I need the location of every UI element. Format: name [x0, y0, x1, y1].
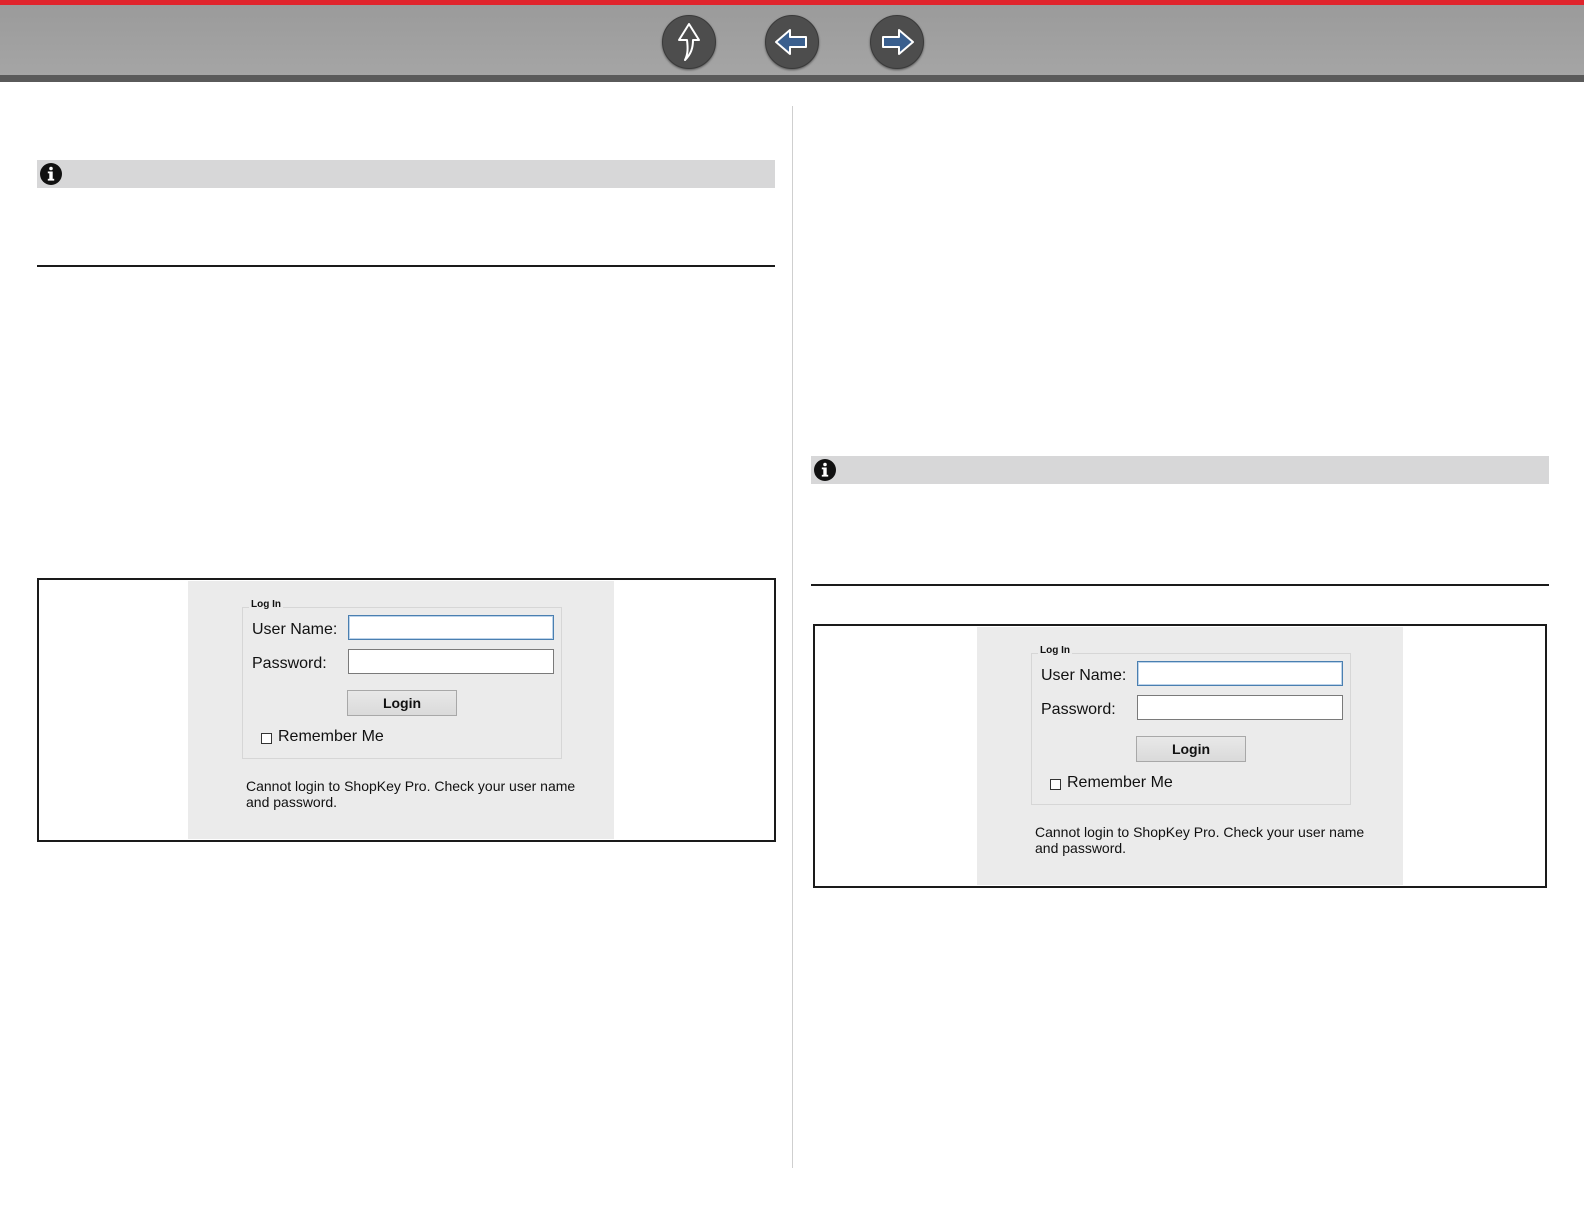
forward-button[interactable] — [870, 15, 924, 69]
back-button[interactable] — [765, 15, 819, 69]
note-bar — [37, 160, 775, 188]
forward-arrow-icon — [882, 29, 914, 55]
username-label: User Name: — [1041, 667, 1127, 684]
remember-me-checkbox[interactable] — [261, 733, 272, 744]
username-input[interactable] — [348, 615, 554, 640]
login-button[interactable]: Login — [347, 690, 457, 716]
username-label: User Name: — [252, 621, 338, 638]
login-button[interactable]: Login — [1136, 736, 1246, 762]
back-arrow-icon — [775, 29, 807, 55]
password-input[interactable] — [1137, 695, 1343, 720]
info-icon — [40, 163, 62, 185]
top-toolbar — [0, 0, 1584, 82]
login-legend: Log In — [249, 599, 283, 610]
toolbar-bottom-border — [0, 75, 1584, 82]
section-rule — [37, 265, 775, 267]
column-divider — [792, 106, 793, 1168]
up-arrow-icon — [678, 23, 700, 61]
login-dialog: Log In User Name: Password: Login Rememb… — [188, 581, 614, 839]
login-figure: Log In User Name: Password: Login Rememb… — [813, 624, 1547, 888]
error-message: Cannot login to ShopKey Pro. Check your … — [246, 778, 576, 810]
remember-me-label: Remember Me — [278, 728, 384, 745]
login-figure: Log In User Name: Password: Login Rememb… — [37, 578, 776, 842]
login-dialog: Log In User Name: Password: Login Rememb… — [977, 627, 1403, 885]
password-label: Password: — [252, 655, 327, 672]
remember-me-checkbox[interactable] — [1050, 779, 1061, 790]
remember-me-label: Remember Me — [1067, 774, 1173, 791]
error-message: Cannot login to ShopKey Pro. Check your … — [1035, 824, 1365, 856]
info-icon — [814, 459, 836, 481]
login-legend: Log In — [1038, 645, 1072, 656]
username-input[interactable] — [1137, 661, 1343, 686]
toolbar-accent-stripe — [0, 0, 1584, 5]
note-bar — [811, 456, 1549, 484]
password-label: Password: — [1041, 701, 1116, 718]
up-button[interactable] — [662, 15, 716, 69]
password-input[interactable] — [348, 649, 554, 674]
section-rule — [811, 584, 1549, 586]
